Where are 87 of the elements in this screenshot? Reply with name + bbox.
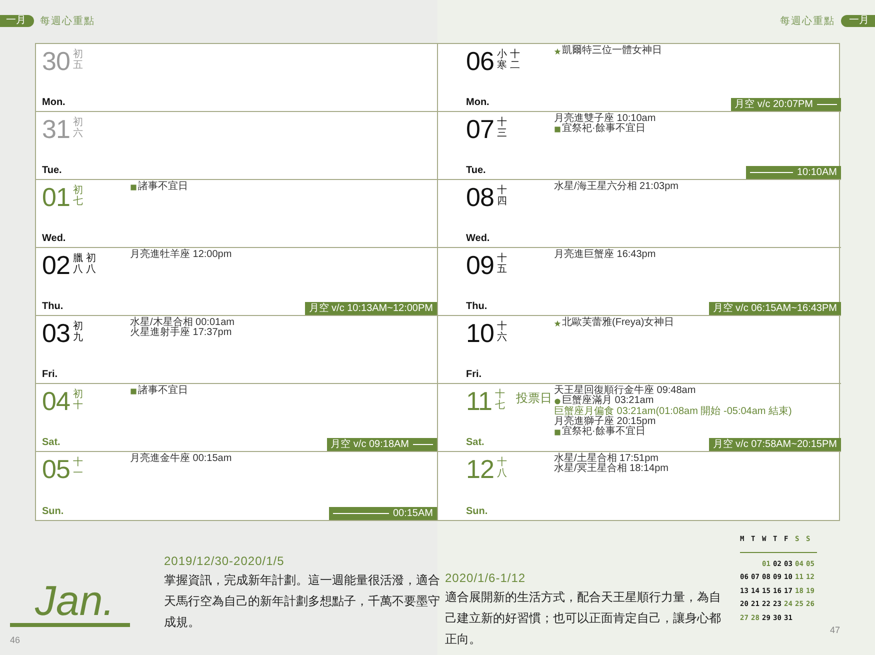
lunar-date: 小寒 (496, 49, 507, 71)
date-number: 08 (466, 183, 494, 211)
date-number: 30 (42, 47, 70, 75)
date-number: 07 (466, 115, 494, 143)
moon-void-bar: 月空 v/c 10:13AM~12:00PM (304, 302, 437, 315)
lunar-date: 臘八 (72, 253, 83, 275)
weekday-label: Mon. (466, 97, 490, 110)
star-icon (554, 320, 561, 327)
event-text: 火星進射手座 17:37pm (130, 328, 232, 339)
weekday-label: Mon. (42, 97, 66, 110)
weekday-label: Wed. (466, 233, 491, 246)
moon-void-bar: 月空 v/c 20:07PM (730, 98, 841, 111)
moon-void-bar: 月空 v/c 06:15AM~16:43PM (708, 302, 841, 315)
weekday-label: Tue. (466, 165, 487, 178)
lunar-date: 十七 (495, 389, 505, 411)
event-text: 月亮進巨蟹座 16:43pm (554, 250, 656, 260)
moon-void-bar: 10:10AM (746, 166, 841, 179)
lunar-date: 初十 (72, 389, 83, 411)
lunar-date: 十三 (496, 117, 507, 139)
weekday-label: Sat. (466, 437, 486, 450)
event-text: 北歐芙蕾雅(Freya)女神日 (562, 318, 674, 328)
month-title: Jan. (10, 579, 130, 627)
weekday-label: Thu. (42, 301, 64, 314)
weekday-label: Fri. (466, 369, 483, 382)
date-number: 11 (466, 387, 492, 415)
weekday-label: Sat. (42, 437, 62, 450)
event-text: 月亮進獅子座 20:15pm (554, 416, 656, 427)
date-number: 09 (466, 251, 494, 279)
section-title: 每週心重點 (40, 14, 95, 28)
moon-void-bar: 00:15AM (329, 507, 437, 520)
lunar-date: 十八 (496, 457, 507, 479)
lunar-date: 初九 (72, 321, 83, 343)
date-number: 05 (42, 455, 70, 483)
event-text: 天王星回復順行金牛座 09:48am (554, 386, 696, 396)
square-icon (554, 428, 561, 436)
page-number: 47 (830, 625, 840, 635)
event-text: 月亮進金牛座 00:15am (130, 454, 232, 464)
event-text: 巨蟹座滿月 03:21am (562, 396, 654, 406)
event-text: 月亮進牡羊座 12:00pm (130, 250, 232, 260)
event-text: 諸事不宜日 (138, 386, 188, 396)
lunar-date: 初六 (72, 117, 83, 139)
lunar-date: 初五 (72, 49, 83, 71)
circle-icon (554, 398, 561, 405)
weekday-label: Wed. (42, 233, 67, 246)
square-icon (130, 388, 137, 395)
week-text: 適合展開新的生活方式，配合天王星順行力量，為自己建立新的好習慣；也可以正面肯定自己，讓身心都正向。 (445, 589, 721, 648)
lunar-date: 十四 (496, 185, 507, 207)
square-icon (554, 126, 561, 133)
date-number: 31 (42, 115, 70, 143)
event-text: 水星/冥王星合相 18:14pm (554, 464, 668, 475)
moon-void-bar: 月空 v/c 09:18AM (326, 438, 437, 451)
event-text: 凱爾特三位一體女神日 (562, 46, 662, 56)
event-text: 水星/土星合相 17:51pm (554, 454, 658, 464)
weekday-label: Thu. (466, 301, 488, 314)
event-text: 水星/木星合相 00:01am (130, 318, 234, 328)
event-text: 諸事不宜日 (138, 182, 188, 192)
lunar-date: 十二 (510, 49, 520, 71)
week-range: 2019/12/30-2020/1/5 (164, 554, 286, 568)
lunar-date: 初八 (86, 253, 96, 275)
lunar-date: 十一 (72, 457, 83, 479)
event-text: 月亮進雙子座 10:10am (554, 114, 656, 124)
weekday-label: Tue. (42, 165, 63, 178)
date-number: 12 (466, 455, 494, 483)
week-range: 2020/1/6-1/12 (445, 571, 527, 585)
page-number: 46 (10, 635, 22, 645)
section-title: 每週心重點 (780, 14, 835, 28)
week-text: 掌握資訊，完成新年計劃。這一週能量很活潑，適合天馬行空為自己的新年計劃多想點子，千萬不要墨守成規。 (164, 572, 440, 631)
date-number: 01 (42, 183, 70, 211)
moon-void-bar: 月空 v/c 07:58AM~20:15PM (708, 438, 841, 452)
date-number: 04 (42, 387, 70, 415)
square-icon (130, 184, 137, 191)
date-number: 02 (42, 251, 70, 279)
weekday-label: Fri. (42, 369, 59, 382)
lunar-date: 初七 (72, 185, 83, 207)
event-text: 宜祭祀·餘事不宜日 (562, 427, 646, 438)
event-text: 巨蟹座月偏食 03:21am(01:08am 開始 -05:04am 結束) (554, 406, 792, 417)
weekday-label: Sun. (42, 506, 65, 519)
holiday-label: 投票日 (516, 390, 552, 407)
weekday-label: Sun. (466, 506, 489, 519)
date-number: 10 (466, 319, 494, 347)
event-text: 宜祭祀·餘事不宜日 (562, 124, 646, 135)
lunar-date: 十五 (496, 253, 507, 275)
lunar-date: 十六 (496, 321, 507, 343)
event-text: 水星/海王星六分相 21:03pm (554, 182, 678, 192)
star-icon (554, 48, 561, 55)
date-number: 06 (466, 47, 494, 75)
date-number: 03 (42, 319, 70, 347)
